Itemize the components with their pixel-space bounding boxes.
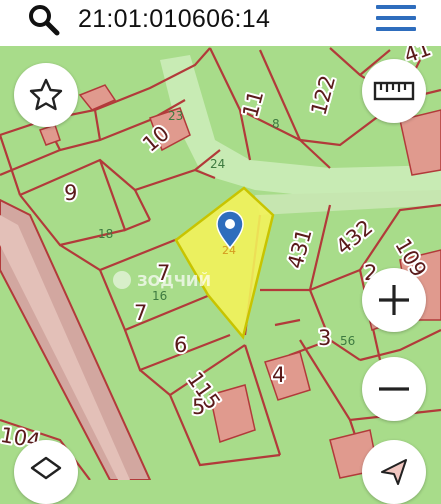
zoom-out-button[interactable] [362, 357, 426, 421]
sublabel-23: 23 [168, 109, 183, 123]
plus-icon [379, 285, 409, 315]
parcel-label-6: 6 [174, 333, 187, 357]
navigation-arrow-icon [381, 459, 407, 485]
sublabel-24: 24 [210, 157, 225, 171]
parcel-label-5: 5 [192, 395, 205, 419]
top-search-bar: 21:01:010606:14 [0, 0, 441, 46]
layers-icon [30, 456, 62, 480]
sublabel-18: 18 [98, 227, 113, 241]
sublabel-16: 16 [152, 289, 167, 303]
search-icon[interactable] [26, 3, 62, 39]
search-input[interactable]: 21:01:010606:14 [78, 4, 270, 34]
watermark-text: ЗОДЧИЙ [137, 271, 211, 290]
zoom-in-button[interactable] [362, 268, 426, 332]
parcel-label-7a: 7 [157, 261, 170, 285]
star-icon [29, 78, 63, 111]
menu-icon[interactable] [376, 5, 416, 35]
parcel-label-9: 9 [64, 181, 77, 205]
layers-button[interactable] [14, 440, 78, 504]
parcel-label-7b: 7 [134, 301, 147, 325]
minus-icon [379, 387, 409, 391]
parcel-label-4: 4 [272, 363, 285, 387]
parcel-label-3: 3 [318, 326, 331, 350]
ruler-button[interactable] [362, 59, 426, 123]
sublabel-8: 8 [272, 117, 280, 131]
locate-button[interactable] [362, 440, 426, 504]
ruler-icon [373, 81, 415, 101]
sublabel-56: 56 [340, 334, 355, 348]
favorite-button[interactable] [14, 63, 78, 127]
